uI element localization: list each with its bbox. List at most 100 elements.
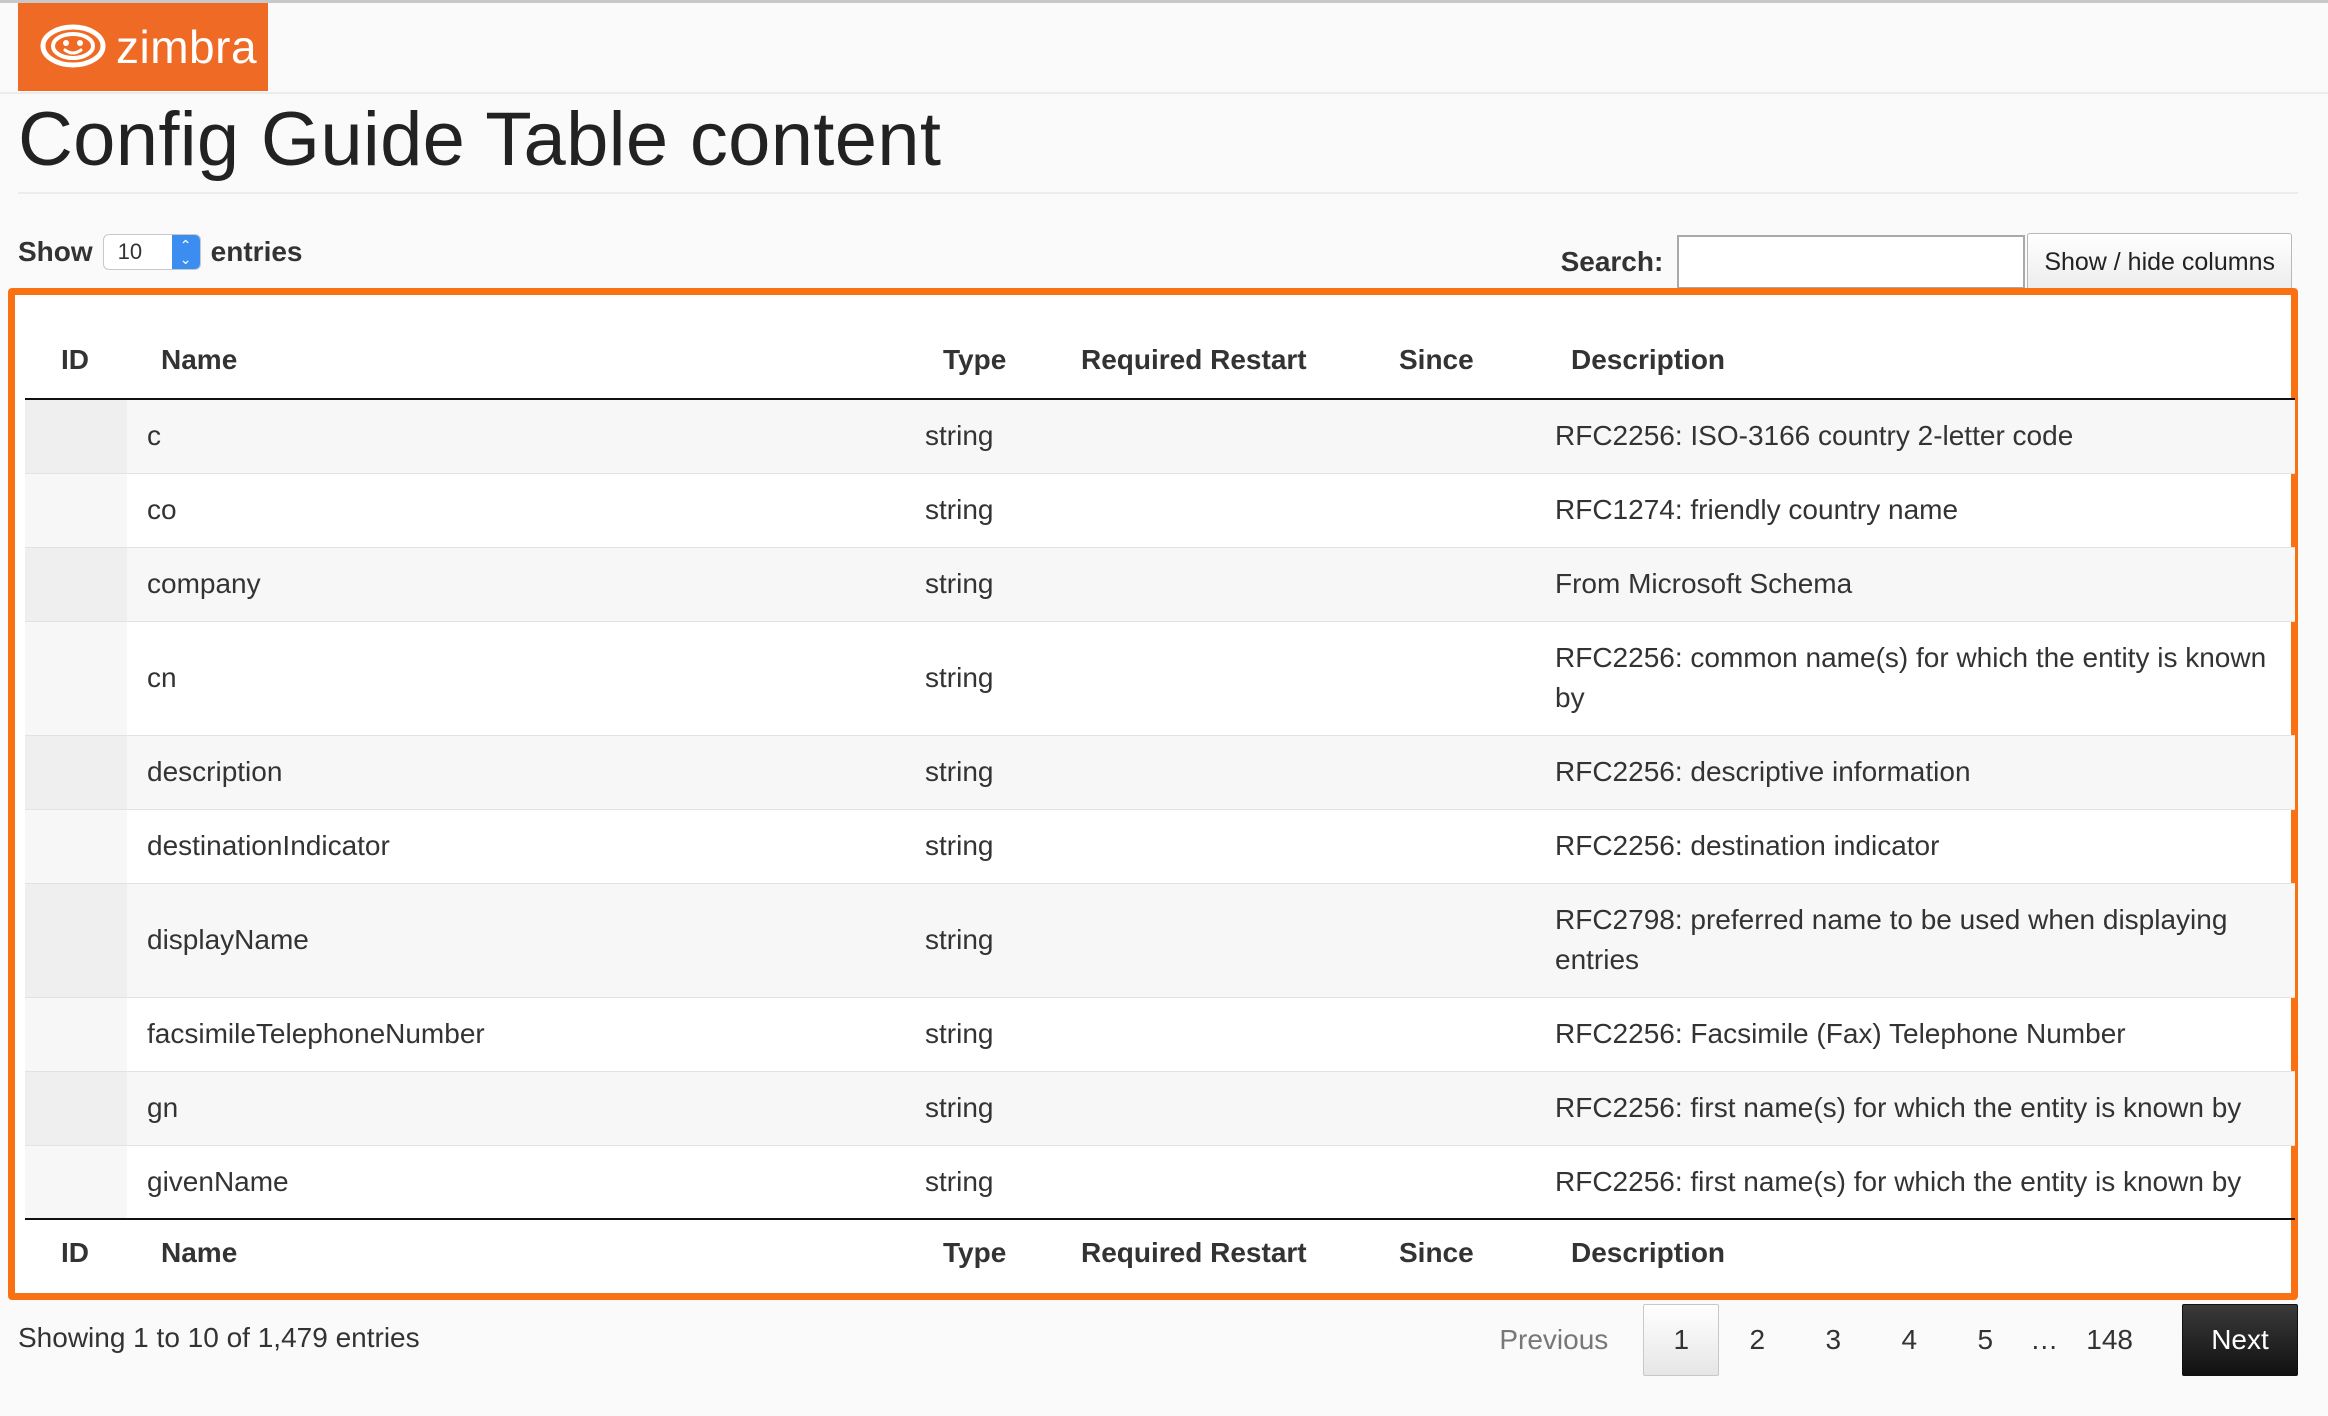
page-button-2[interactable]: 2 (1719, 1304, 1795, 1376)
cell-since (1399, 399, 1555, 473)
footer-header-name: Name (161, 1236, 238, 1268)
top-border (0, 0, 2328, 3)
footer-header-required-restart: Required Restart (1081, 1236, 1307, 1268)
footer-header-id: ID (61, 1236, 89, 1268)
cell-required-restart (1081, 809, 1399, 883)
previous-button[interactable]: Previous (1464, 1304, 1643, 1376)
cell-since (1399, 883, 1555, 997)
footer-header-type: Type (943, 1236, 1007, 1268)
column-header-description[interactable]: Description (1555, 295, 2295, 399)
table-row[interactable]: cn string RFC2256: common name(s) for wh… (25, 621, 2295, 735)
cell-since (1399, 809, 1555, 883)
column-header-name[interactable]: Name (127, 295, 925, 399)
cell-required-restart (1081, 735, 1399, 809)
table-row[interactable]: gn string RFC2256: first name(s) for whi… (25, 1071, 2295, 1145)
cell-since (1399, 997, 1555, 1071)
select-stepper-icon: ⌃ ⌄ (171, 235, 200, 269)
cell-type: string (925, 420, 994, 452)
page-button-1[interactable]: 1 (1643, 1304, 1720, 1376)
table-row[interactable]: company string From Microsoft Schema (25, 547, 2295, 621)
cell-since (1399, 473, 1555, 547)
cell-required-restart (1081, 883, 1399, 997)
cell-type: string (925, 830, 994, 861)
page-button-last[interactable]: 148 (2065, 1304, 2154, 1376)
cell-required-restart (1081, 1071, 1399, 1145)
cell-name: givenName (147, 1165, 289, 1197)
table-footer-row: ID Name Type Required Restart Since Desc… (25, 1219, 2295, 1279)
cell-required-restart (1081, 1145, 1399, 1219)
cell-name: gn (147, 1092, 179, 1123)
cell-type: string (925, 1092, 994, 1123)
column-header-required-restart[interactable]: Required Restart (1081, 295, 1399, 399)
cell-name: cn (147, 662, 177, 693)
cell-type: string (925, 1018, 994, 1049)
cell-type: string (925, 662, 994, 693)
cell-description: RFC2798: preferred name to be used when … (1555, 904, 2228, 975)
cell-required-restart (1081, 547, 1399, 621)
column-header-type[interactable]: Type (925, 295, 1081, 399)
show-hide-columns-button[interactable]: Show / hide columns (2027, 233, 2292, 291)
cell-id (25, 735, 127, 809)
header-divider (0, 92, 2328, 94)
cell-description: RFC2256: Facsimile (Fax) Telephone Numbe… (1555, 1018, 2126, 1049)
cell-name: company (147, 568, 261, 599)
table-row[interactable]: description string RFC2256: descriptive … (25, 735, 2295, 809)
search-control: Search: Show / hide columns (1561, 233, 2292, 291)
footer-header-since: Since (1399, 1236, 1474, 1268)
cell-type: string (925, 494, 994, 525)
table-row[interactable]: displayName string RFC2798: preferred na… (25, 883, 2295, 997)
table-row[interactable]: destinationIndicator string RFC2256: des… (25, 809, 2295, 883)
cell-type: string (925, 756, 994, 787)
zimbra-logo[interactable]: zimbra (18, 3, 268, 91)
cell-id (25, 809, 127, 883)
cell-id (25, 1145, 127, 1219)
page-button-3[interactable]: 3 (1795, 1304, 1871, 1376)
next-button[interactable]: Next (2182, 1304, 2298, 1376)
page-length-control: Show 10 ⌃ ⌄ entries (18, 234, 303, 270)
cell-required-restart (1081, 399, 1399, 473)
logo-text: zimbra (116, 21, 258, 73)
cell-description: From Microsoft Schema (1555, 568, 1853, 599)
cell-type: string (925, 924, 994, 955)
cell-since (1399, 1145, 1555, 1219)
cell-description: RFC2256: ISO-3166 country 2-letter code (1555, 420, 2074, 452)
column-header-id[interactable]: ID (25, 295, 127, 399)
cell-since (1399, 621, 1555, 735)
cell-since (1399, 735, 1555, 809)
page-length-value: 10 (117, 239, 143, 264)
cell-id (25, 997, 127, 1071)
search-input[interactable] (1677, 235, 2026, 289)
cell-description: RFC2256: common name(s) for which the en… (1555, 642, 2267, 713)
cell-name: co (147, 494, 177, 525)
cell-description: RFC2256: first name(s) for which the ent… (1555, 1092, 2242, 1123)
table-row[interactable]: givenName string RFC2256: first name(s) … (25, 1145, 2295, 1219)
config-table: ID Name Type Required Restart Since Desc… (25, 295, 2295, 1279)
cell-id (25, 399, 127, 473)
cell-required-restart (1081, 621, 1399, 735)
cell-name: destinationIndicator (147, 830, 390, 861)
table-row[interactable]: co string RFC1274: friendly country name (25, 473, 2295, 547)
footer-header-description: Description (1571, 1236, 1726, 1268)
page-length-select[interactable]: 10 ⌃ ⌄ (102, 234, 201, 270)
page-title: Config Guide Table content (18, 97, 942, 182)
cell-description: RFC2256: descriptive information (1555, 756, 1971, 787)
zimbra-mascot-icon (36, 19, 110, 76)
page-button-5[interactable]: 5 (1947, 1304, 2023, 1376)
cell-name: c (147, 420, 161, 452)
search-label: Search: (1560, 246, 1664, 277)
cell-since (1399, 1071, 1555, 1145)
table-row[interactable]: facsimileTelephoneNumber string RFC2256:… (25, 997, 2295, 1071)
cell-required-restart (1081, 997, 1399, 1071)
cell-name: displayName (147, 924, 309, 955)
table-row[interactable]: c string RFC2256: ISO-3166 country 2-let… (25, 399, 2295, 473)
cell-type: string (925, 568, 994, 599)
cell-id (25, 621, 127, 735)
cell-required-restart (1081, 473, 1399, 547)
cell-description: RFC1274: friendly country name (1555, 494, 1959, 525)
cell-id (25, 883, 127, 997)
table-header-row: ID Name Type Required Restart Since Desc… (25, 295, 2295, 399)
page-button-4[interactable]: 4 (1871, 1304, 1947, 1376)
cell-type: string (925, 1165, 994, 1197)
column-header-since[interactable]: Since (1399, 295, 1555, 399)
cell-description: RFC2256: first name(s) for which the ent… (1555, 1165, 2242, 1197)
